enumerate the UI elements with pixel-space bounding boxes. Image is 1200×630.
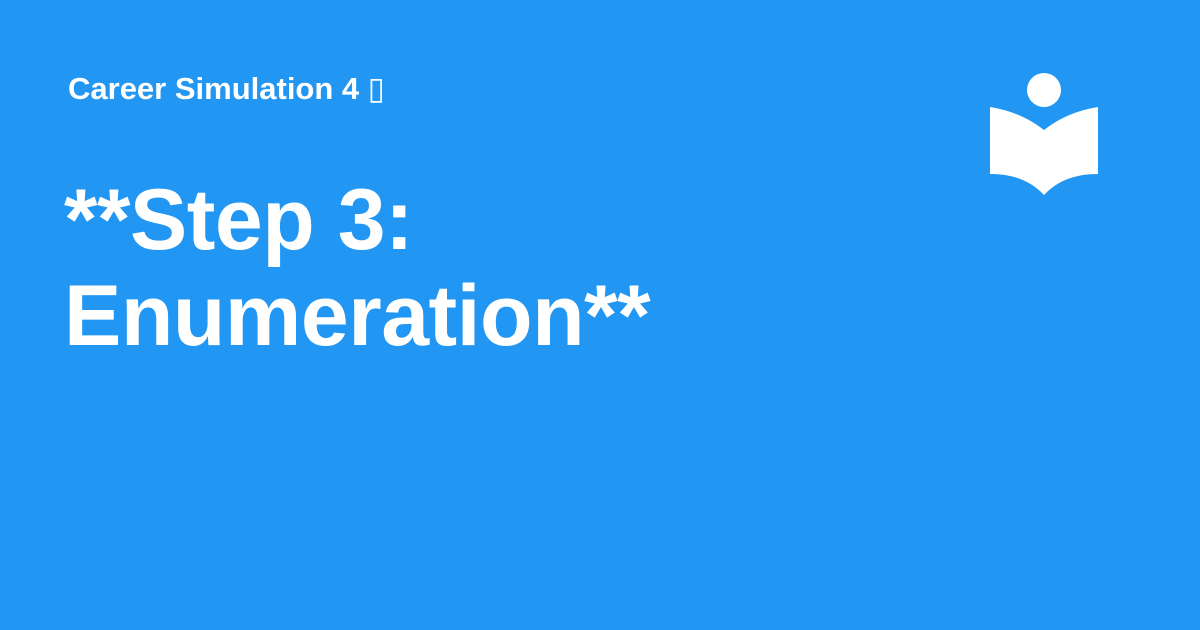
social-share-card: Career Simulation 4 ▯ **Step 3: Enumerat…	[0, 0, 1200, 630]
reading-person-book-icon	[990, 72, 1098, 196]
course-subtitle: Career Simulation 4 ▯	[68, 71, 385, 106]
page-title: **Step 3: Enumeration**	[64, 172, 651, 364]
